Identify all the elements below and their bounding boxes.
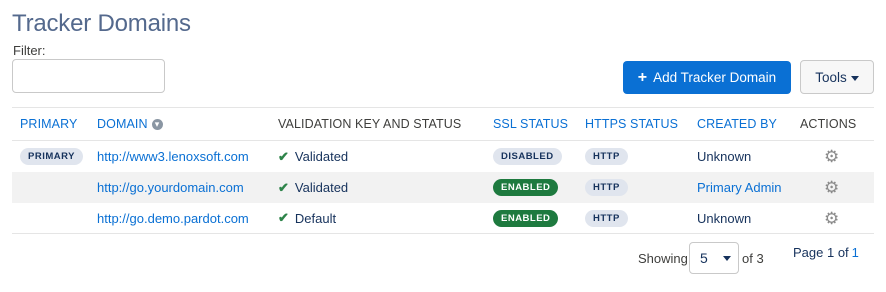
column-header-validation: VALIDATION KEY AND STATUS bbox=[278, 117, 462, 131]
https-status-badge: HTTP bbox=[585, 148, 628, 165]
validation-status: Validated bbox=[294, 149, 349, 164]
table-row: http://go.yourdomain.com ✔ Validated ENAB… bbox=[12, 172, 874, 203]
checkmark-icon: ✔ bbox=[278, 148, 289, 164]
add-tracker-domain-label: Add Tracker Domain bbox=[653, 70, 777, 85]
created-by: Unknown bbox=[697, 149, 752, 164]
domain-link[interactable]: http://go.demo.pardot.com bbox=[97, 211, 249, 226]
checkmark-icon: ✔ bbox=[278, 179, 289, 195]
tools-label: Tools bbox=[815, 69, 847, 85]
tools-button[interactable]: Tools bbox=[800, 60, 874, 94]
add-tracker-domain-button[interactable]: + Add Tracker Domain bbox=[623, 61, 791, 94]
table-row: http://go.demo.pardot.com ✔ Default ENABL… bbox=[12, 203, 874, 234]
page-title: Tracker Domains bbox=[12, 10, 191, 37]
checkmark-icon: ✔ bbox=[278, 210, 289, 225]
primary-badge: PRIMARY bbox=[20, 148, 83, 165]
total-pages-link[interactable]: 1 bbox=[852, 245, 859, 260]
gear-icon[interactable]: ⚙ bbox=[824, 179, 839, 196]
domain-link[interactable]: http://go.yourdomain.com bbox=[97, 180, 244, 195]
created-by-link[interactable]: Primary Admin bbox=[697, 180, 782, 195]
table-header-row: PRIMARY DOMAIN ▾ VALIDATION KEY AND STAT… bbox=[12, 107, 874, 141]
column-header-actions: ACTIONS bbox=[800, 117, 857, 131]
page-info-label: Page 1 of bbox=[793, 245, 849, 260]
domain-link[interactable]: http://www3.lenoxsoft.com bbox=[97, 149, 249, 164]
filter-label: Filter: bbox=[13, 43, 46, 58]
gear-icon[interactable]: ⚙ bbox=[824, 210, 839, 227]
page-size-value: 5 bbox=[700, 250, 708, 266]
filter-input[interactable] bbox=[12, 59, 165, 93]
page-size-select[interactable]: 5 bbox=[689, 242, 739, 274]
ssl-status-badge: DISABLED bbox=[493, 148, 562, 165]
gear-icon[interactable]: ⚙ bbox=[824, 148, 839, 165]
validation-status: Validated bbox=[294, 180, 349, 195]
ssl-status-badge: ENABLED bbox=[493, 179, 559, 196]
https-status-badge: HTTP bbox=[585, 209, 628, 227]
validation-status: Default bbox=[294, 210, 337, 226]
created-by: Unknown bbox=[697, 210, 752, 226]
column-header-domain-label: DOMAIN bbox=[97, 117, 148, 131]
https-status-badge: HTTP bbox=[585, 179, 628, 196]
showing-label: Showing bbox=[638, 251, 688, 266]
of-total-label: of 3 bbox=[742, 251, 764, 266]
caret-down-icon bbox=[850, 75, 859, 81]
plus-icon: + bbox=[637, 68, 648, 86]
column-header-https-status[interactable]: HTTPS STATUS bbox=[585, 108, 678, 140]
column-header-domain[interactable]: DOMAIN ▾ bbox=[97, 108, 163, 140]
table-row: PRIMARY http://www3.lenoxsoft.com ✔ Valid… bbox=[12, 141, 874, 172]
sort-icon: ▾ bbox=[151, 118, 163, 130]
column-header-primary[interactable]: PRIMARY bbox=[20, 108, 77, 140]
chevron-down-icon bbox=[723, 255, 731, 261]
page-info: Page 1 of 1 bbox=[793, 245, 859, 260]
column-header-created-by[interactable]: CREATED BY bbox=[697, 108, 777, 140]
ssl-status-badge: ENABLED bbox=[493, 209, 559, 227]
column-header-ssl-status[interactable]: SSL STATUS bbox=[493, 108, 568, 140]
